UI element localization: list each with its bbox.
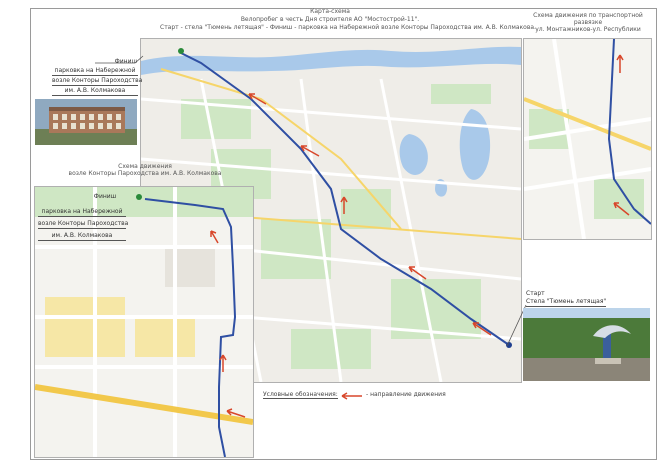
inset-right-title-line-2: ул. Монтажников-ул. Республики xyxy=(535,26,641,33)
finish-inset-heading: Финиш xyxy=(93,193,117,200)
inset-right-title: Схема движения по транспортной развязке … xyxy=(522,12,654,33)
finish-building-photo xyxy=(35,99,137,145)
title-line-3: Старт - стела "Тюмень летящая" - Финиш -… xyxy=(160,24,536,31)
inset-left-title: Схема движения возле Конторы Пароходства… xyxy=(40,163,250,177)
inset-right-title-line-1: Схема движения по транспортной развязке xyxy=(533,12,643,26)
legend-arrow-icon xyxy=(341,392,362,400)
start-stela-photo xyxy=(523,308,650,381)
inset-map-interchange[interactable] xyxy=(523,38,652,240)
green-pin-icon xyxy=(136,194,142,200)
district-block xyxy=(165,247,215,287)
start-heading: Старт xyxy=(526,290,545,297)
inset-left-title-line-2: возле Конторы Пароходства им. А.В. Колма… xyxy=(68,170,222,177)
start-line-1: Стела "Тюмень летящая" xyxy=(526,298,607,307)
finish-line-3: им. А.В. Колмакова xyxy=(52,87,138,96)
finish-inset-line-2: возле Конторы Пароходства xyxy=(38,220,129,229)
district-block xyxy=(135,317,195,357)
inset-right-canvas xyxy=(524,39,651,239)
legend-arrow-text: - направление движения xyxy=(366,391,446,398)
finish-line-2: возле Конторы Пароходства xyxy=(52,77,143,86)
park xyxy=(291,329,371,369)
title-line-2: Велопробег в честь Дня строителя АО "Мос… xyxy=(240,16,420,23)
district-block xyxy=(45,297,125,357)
map-title: Карта-схема Велопробег в честь Дня строи… xyxy=(160,8,536,32)
finish-inset-line-1: парковка на Набережной xyxy=(38,208,126,217)
finish-inset-line-3: им. А.В. Колмакова xyxy=(38,232,126,241)
inset-left-title-line-1: Схема движения xyxy=(118,163,172,170)
green-pin-icon xyxy=(178,48,184,54)
finish-line-1: парковка на Набережной xyxy=(52,67,138,76)
title-line-1: Карта-схема xyxy=(310,8,350,15)
park xyxy=(431,84,491,104)
finish-leader-line xyxy=(95,55,144,64)
legend-label: Условные обозначения: xyxy=(263,391,338,399)
